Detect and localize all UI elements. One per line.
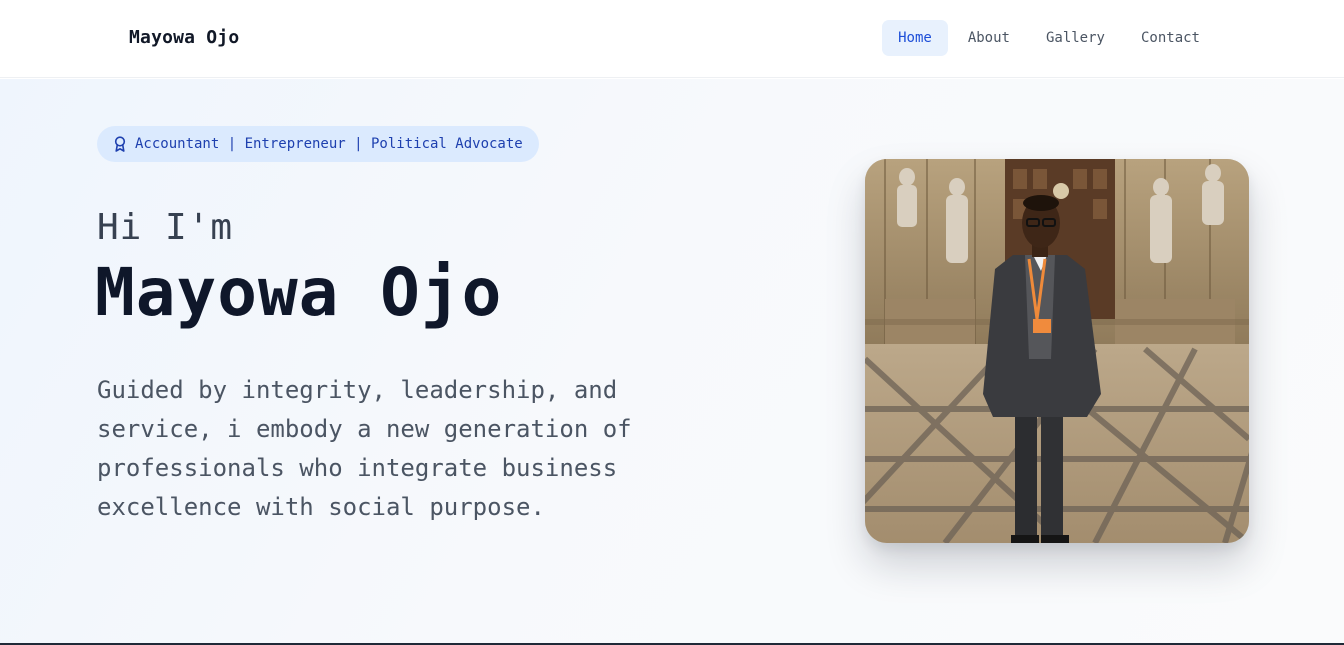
profile-photo <box>865 159 1249 543</box>
role-badge: Accountant | Entrepreneur | Political Ad… <box>97 126 539 162</box>
role-badge-text: Accountant | Entrepreneur | Political Ad… <box>135 136 523 152</box>
page: Mayowa Ojo Home About Gallery Contact Ac… <box>0 0 1344 645</box>
hero-greeting: Hi I'm <box>97 207 234 248</box>
award-icon <box>113 136 127 152</box>
hero-description: Guided by integrity, leadership, and ser… <box>97 376 632 521</box>
nav-home[interactable]: Home <box>882 20 948 56</box>
hero-section: Accountant | Entrepreneur | Political Ad… <box>0 79 1344 643</box>
nav-about[interactable]: About <box>952 20 1026 56</box>
site-header: Mayowa Ojo Home About Gallery Contact <box>0 0 1344 78</box>
nav-contact[interactable]: Contact <box>1125 20 1216 56</box>
main-nav: Home About Gallery Contact <box>882 20 1216 56</box>
nav-gallery[interactable]: Gallery <box>1030 20 1121 56</box>
site-logo[interactable]: Mayowa Ojo <box>129 27 239 48</box>
hero-name: Mayowa Ojo <box>95 254 503 331</box>
